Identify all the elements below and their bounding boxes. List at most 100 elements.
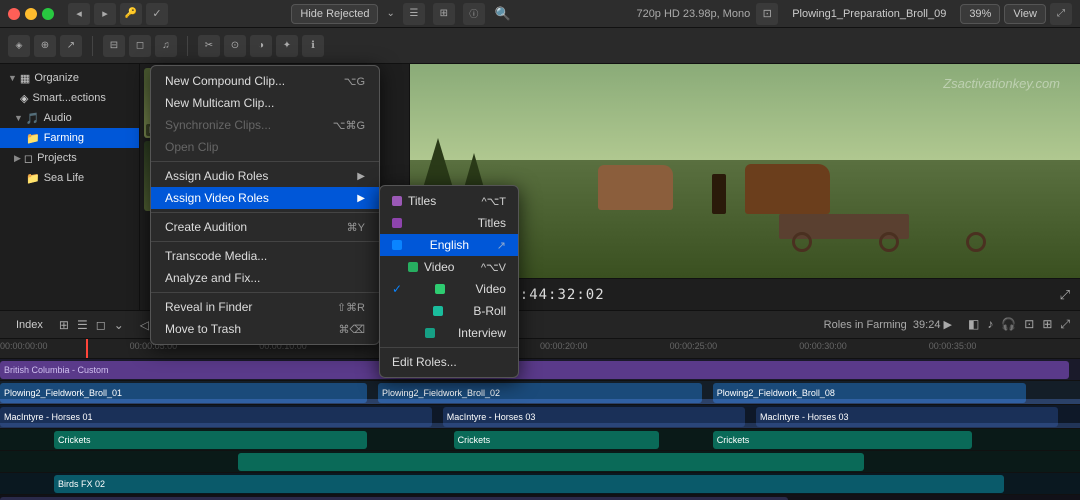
menu-item-reveal[interactable]: Reveal in Finder ⇧⌘R xyxy=(151,296,379,318)
timeline-icons: ⊞ ☰ ◻ ⌄ xyxy=(57,316,126,334)
track-crickets1: Crickets Crickets Crickets xyxy=(0,429,1080,451)
tick-7: 00:00:35:00 xyxy=(929,341,977,351)
submenu-item-broll[interactable]: B-Roll xyxy=(380,300,518,322)
clip-horses1-label: MacIntyre - Horses 01 xyxy=(4,412,93,422)
sidebar-item-smart[interactable]: ◈ Smart...ections xyxy=(0,88,139,108)
sidebar-item-organize[interactable]: ▼ ▦ Organize xyxy=(0,68,139,88)
transform-icon[interactable]: ⊙ xyxy=(224,35,246,57)
clip-broll3-label: Plowing2_Fieldwork_Broll_08 xyxy=(717,388,835,398)
sidebar-item-sealife[interactable]: 📁 Sea Life xyxy=(0,168,139,188)
clip-crickets1b[interactable]: Crickets xyxy=(454,431,659,449)
tl-icon2[interactable]: ☰ xyxy=(75,316,90,334)
toolbar-effects: ✂ ⊙ ◑ ✦ ℹ xyxy=(198,35,324,57)
view-button[interactable]: View xyxy=(1004,4,1046,24)
english-shortcut-hint: ↗ xyxy=(497,239,506,252)
minimize-button[interactable] xyxy=(25,8,37,20)
video1-dot xyxy=(408,262,418,272)
timeline-icon[interactable]: ⊟ xyxy=(103,35,125,57)
tl-right-icon3[interactable]: 🎧 xyxy=(999,315,1018,334)
menu-label-open: Open Clip xyxy=(165,140,218,154)
forward-icon[interactable]: ▸ xyxy=(94,3,116,25)
organize-label: Organize xyxy=(34,72,131,84)
back-icon[interactable]: ◂ xyxy=(68,3,90,25)
search-icon[interactable]: 🔍 xyxy=(493,4,513,24)
submenu-item-edit-roles[interactable]: Edit Roles... xyxy=(380,351,518,373)
tl-right-icon4[interactable]: ⊡ xyxy=(1022,315,1036,334)
import-icon[interactable]: ⊕ xyxy=(34,35,56,57)
titles1-dot xyxy=(392,196,402,206)
libraries-icon[interactable]: ◈ xyxy=(8,35,30,57)
menu-item-new-multicam[interactable]: New Multicam Clip... xyxy=(151,92,379,114)
submenu-sep1 xyxy=(380,347,518,348)
submenu-item-english[interactable]: English ↗ xyxy=(380,234,518,256)
projects-icon: ◻ xyxy=(24,152,33,165)
list-view-icon[interactable]: ☰ xyxy=(403,3,425,25)
tl-icon4[interactable]: ⌄ xyxy=(112,316,126,334)
menu-item-transcode[interactable]: Transcode Media... xyxy=(151,245,379,267)
track-horses-content: MacIntyre - Horses 01 MacIntyre - Horses… xyxy=(0,405,1080,428)
timeline-tab-index[interactable]: Index xyxy=(8,317,51,333)
submenu-label-titles1: Titles xyxy=(408,194,436,208)
submenu-shortcut-video1: ^⌥V xyxy=(481,261,506,274)
key-icon[interactable]: 🔑 xyxy=(120,3,142,25)
toolbar-left: ◈ ⊕ ↗ xyxy=(8,35,82,57)
horse1 xyxy=(598,165,673,210)
submenu-item-interview[interactable]: Interview xyxy=(380,322,518,344)
expand-icon[interactable]: ⤢ xyxy=(1060,287,1070,303)
tree2 xyxy=(464,153,484,188)
tl-right-icon1[interactable]: ◧ xyxy=(966,315,981,334)
audio-icon[interactable]: ♫ xyxy=(155,35,177,57)
clip-crickets2a[interactable] xyxy=(238,453,864,471)
zoom-button[interactable]: 39% xyxy=(960,4,1000,24)
submenu-label-edit-roles: Edit Roles... xyxy=(392,355,457,369)
clip-broll1-label: Plowing2_Fieldwork_Broll_01 xyxy=(4,388,122,398)
tl-icon3[interactable]: ◻ xyxy=(94,316,108,334)
clip-crickets1c[interactable]: Crickets xyxy=(713,431,972,449)
clip-crickets1a-label: Crickets xyxy=(58,435,91,445)
clip-icon[interactable]: ◻ xyxy=(129,35,151,57)
menu-item-new-compound[interactable]: New Compound Clip... ⌥G xyxy=(151,70,379,92)
menu-item-assign-audio[interactable]: Assign Audio Roles ▶ xyxy=(151,165,379,187)
format-label: 720p HD 23.98p, Mono xyxy=(636,8,750,20)
share-icon[interactable]: ↗ xyxy=(60,35,82,57)
metadata-icon[interactable]: ⓘ xyxy=(463,3,485,25)
fullscreen-icon[interactable]: ⤢ xyxy=(1050,3,1072,25)
hide-rejected-button[interactable]: Hide Rejected xyxy=(291,4,378,24)
menu-item-sync[interactable]: Synchronize Clips... ⌥⌘G xyxy=(151,114,379,136)
close-button[interactable] xyxy=(8,8,20,20)
menu-item-trash[interactable]: Move to Trash ⌘⌫ xyxy=(151,318,379,340)
tl-icon1[interactable]: ⊞ xyxy=(57,316,71,334)
sidebar-item-audio[interactable]: ▼ 🎵 Audio xyxy=(0,108,139,128)
clip-crickets1a[interactable]: Crickets xyxy=(54,431,367,449)
menu-item-assign-video[interactable]: Assign Video Roles ▶ Titles ^⌥T Titles E… xyxy=(151,187,379,209)
menu-item-analyze[interactable]: Analyze and Fix... xyxy=(151,267,379,289)
inspector-icon[interactable]: ℹ xyxy=(302,35,324,57)
clip-birds[interactable]: Birds FX 02 xyxy=(54,475,1004,493)
title-bar: ◂ ▸ 🔑 ✓ Hide Rejected ⌄ ☰ ⊞ ⓘ 🔍 720p HD … xyxy=(0,0,1080,28)
submenu-item-titles1[interactable]: Titles ^⌥T xyxy=(380,190,518,212)
submenu-item-titles2[interactable]: Titles xyxy=(380,212,518,234)
edit-icon[interactable]: ✂ xyxy=(198,35,220,57)
sidebar-item-projects[interactable]: ▶ ◻ Projects xyxy=(0,148,139,168)
menu-item-create-audition[interactable]: Create Audition ⌘Y xyxy=(151,216,379,238)
track-purple: British Columbia - Custom xyxy=(0,359,1080,381)
tl-right-icon5[interactable]: ⊞ xyxy=(1040,315,1054,334)
tl-right-icon2[interactable]: ♪ xyxy=(985,315,995,334)
effects-icon[interactable]: ✦ xyxy=(276,35,298,57)
tl-right-icon6[interactable]: ⤢ xyxy=(1058,315,1072,334)
tick-4: 00:00:20:00 xyxy=(540,341,588,351)
submenu-item-video2[interactable]: ✓ Video xyxy=(380,278,518,300)
color-icon[interactable]: ◑ xyxy=(250,35,272,57)
filename-label: Plowing1_Preparation_Broll_09 xyxy=(792,8,946,20)
monitor-icon[interactable]: ⊡ xyxy=(756,3,778,25)
check-icon[interactable]: ✓ xyxy=(146,3,168,25)
clip-british-columbia[interactable]: British Columbia - Custom xyxy=(0,361,1069,379)
maximize-button[interactable] xyxy=(42,8,54,20)
menu-item-open[interactable]: Open Clip xyxy=(151,136,379,158)
clip-horses2-label: MacIntyre - Horses 03 xyxy=(447,412,536,422)
menu-label-assign-video: Assign Video Roles xyxy=(165,191,269,205)
submenu-label-english: English xyxy=(430,238,469,252)
submenu-item-video1[interactable]: Video ^⌥V xyxy=(380,256,518,278)
sidebar-item-farming[interactable]: 📁 Farming xyxy=(0,128,139,148)
filmstrip-icon[interactable]: ⊞ xyxy=(433,3,455,25)
